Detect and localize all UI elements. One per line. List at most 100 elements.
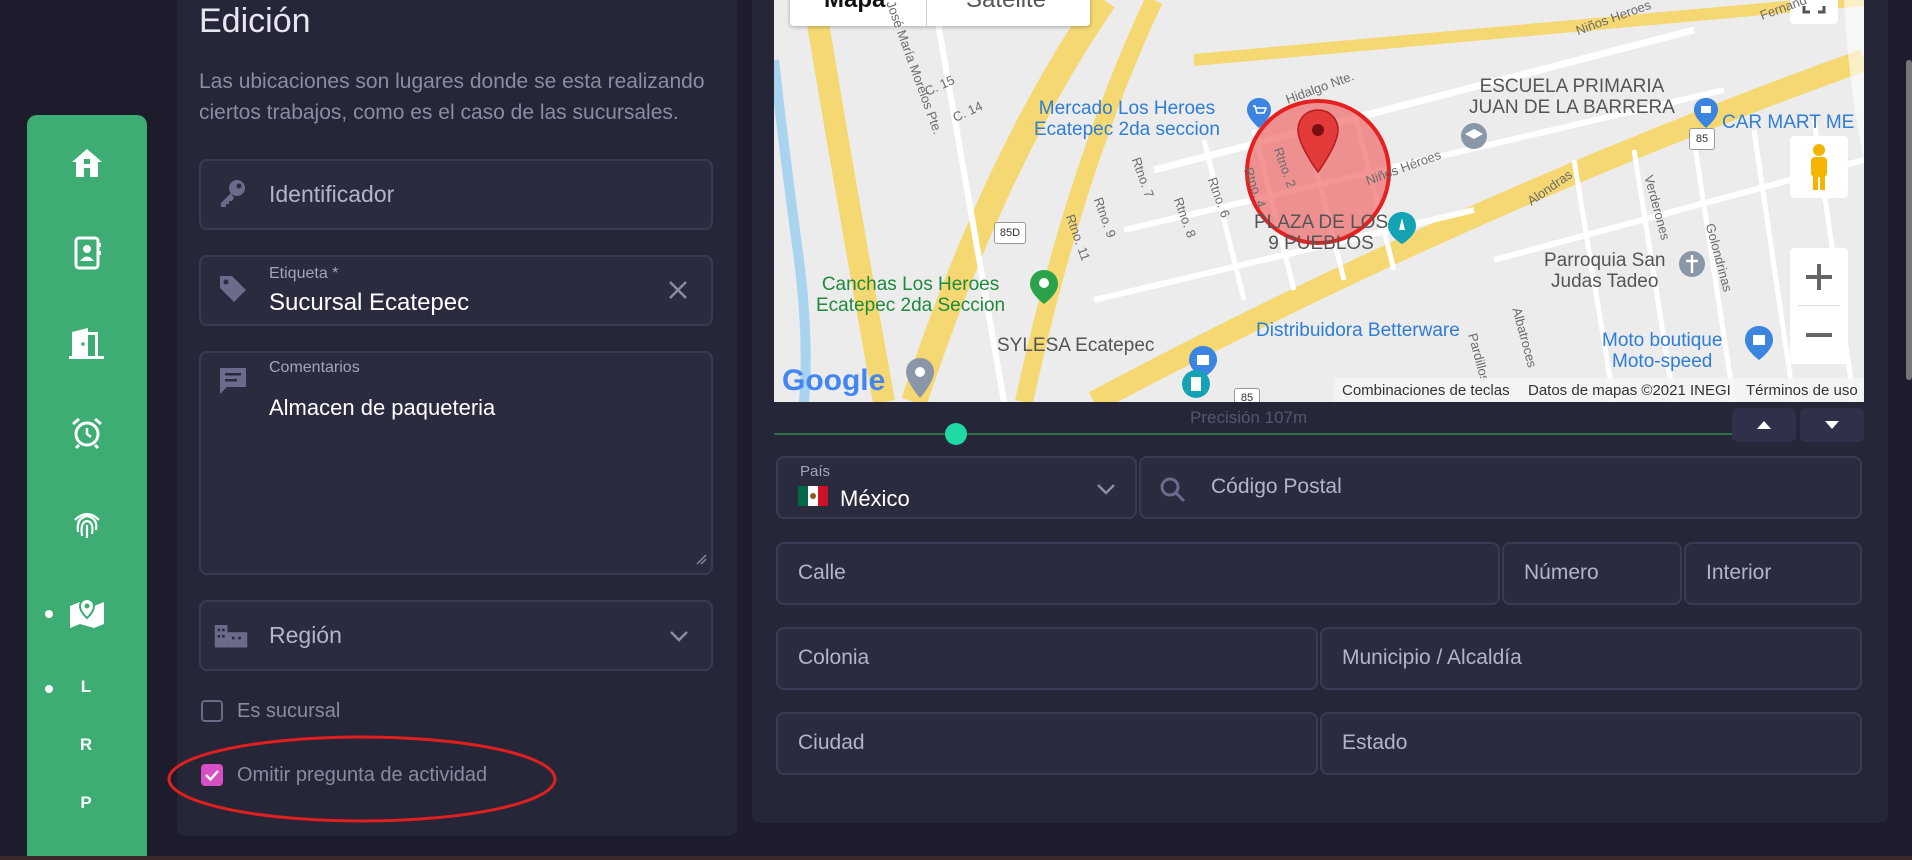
- map-label-plaza: PLAZA DE LOS 9 PUEBLOS: [1254, 212, 1389, 254]
- terms-link[interactable]: Términos de uso: [1746, 382, 1858, 399]
- precision-slider-track[interactable]: [774, 433, 1734, 435]
- park-marker-icon: [1030, 270, 1058, 304]
- is-branch-checkbox[interactable]: [201, 700, 223, 722]
- buildings-icon: [213, 616, 249, 652]
- highlight-ellipse: [167, 735, 557, 823]
- comments-label: Comentarios: [269, 359, 360, 376]
- country-label: País: [800, 463, 831, 480]
- map-label-escuela: ESCUELA PRIMARIA JUAN DE LA BARRERA: [1469, 76, 1675, 118]
- school-marker-icon: [1461, 123, 1487, 149]
- sidebar-item-p[interactable]: P: [76, 793, 96, 813]
- keyboard-shortcuts-link[interactable]: Combinaciones de teclas: [1342, 382, 1510, 399]
- map-label-mercado: Mercado Los Heroes Ecatepec 2da seccion: [1034, 98, 1220, 140]
- scrollbar-thumb[interactable]: [1906, 60, 1912, 380]
- place-marker-icon: [906, 358, 934, 398]
- edit-panel: Edición Las ubicaciones son lugares dond…: [177, 0, 737, 836]
- church-marker-icon: [1679, 251, 1705, 277]
- highway-shield-85-b: 85: [1234, 388, 1260, 402]
- street-placeholder: Calle: [798, 561, 846, 584]
- tab-divider: [926, 0, 927, 26]
- chevron-down-icon: [1097, 484, 1115, 495]
- label-field-value: Sucursal Ecatepec: [269, 289, 470, 316]
- city-field[interactable]: Ciudad: [776, 712, 1318, 775]
- comments-value: Almacen de paqueteria: [269, 395, 496, 420]
- country-value: México: [840, 486, 910, 511]
- country-select[interactable]: País México: [776, 456, 1137, 519]
- alarm-clock-icon[interactable]: [67, 413, 107, 453]
- region-placeholder: Región: [269, 622, 342, 648]
- sidebar-item-r[interactable]: R: [76, 735, 96, 755]
- active-indicator: [45, 610, 53, 618]
- street-view-button[interactable]: [1790, 136, 1848, 198]
- move-up-button[interactable]: [1732, 408, 1796, 442]
- shopping-cart-marker-icon: [1247, 98, 1271, 128]
- clear-icon[interactable]: [667, 279, 689, 305]
- monument-marker-icon: [1388, 212, 1416, 244]
- pegman-icon: [1811, 144, 1827, 190]
- interior-field[interactable]: Interior: [1684, 542, 1862, 605]
- resize-handle[interactable]: [695, 550, 707, 569]
- chevron-down-icon: [669, 628, 689, 647]
- google-logo: Google: [782, 364, 886, 397]
- mexico-flag-icon: [798, 486, 828, 506]
- caret-up-icon: [1757, 421, 1771, 429]
- municipality-field[interactable]: Municipio / Alcaldía: [1320, 627, 1862, 690]
- map-label-canchas: Canchas Los Heroes Ecatepec 2da Seccion: [816, 274, 1006, 316]
- map-label-sylesa: SYLESA Ecatepec: [997, 335, 1155, 356]
- caret-down-icon: [1825, 421, 1839, 429]
- map-view[interactable]: Mapa Satélite Mercado Los Heroes Ecatepe…: [774, 0, 1864, 402]
- comments-field[interactable]: Comentarios Almacen de paqueteria: [199, 351, 713, 575]
- tab-satellite[interactable]: Satélite: [966, 0, 1046, 14]
- search-icon: [1160, 477, 1186, 503]
- contacts-icon[interactable]: [67, 233, 107, 273]
- sidebar-item-l[interactable]: L: [76, 677, 96, 697]
- map-pin-icon[interactable]: [67, 593, 107, 633]
- comment-icon: [215, 363, 251, 399]
- number-field[interactable]: Número: [1502, 542, 1682, 605]
- zoom-control: [1790, 248, 1848, 364]
- sidebar: L R P: [27, 115, 147, 860]
- municipality-placeholder: Municipio / Alcaldía: [1342, 646, 1522, 669]
- is-branch-label: Es sucursal: [237, 700, 341, 722]
- postal-code-field[interactable]: Código Postal: [1139, 456, 1862, 519]
- region-select[interactable]: Región: [199, 600, 713, 671]
- identifier-placeholder: Identificador: [269, 181, 395, 207]
- map-label-carmart: CAR MART ME: [1722, 112, 1855, 133]
- number-placeholder: Número: [1524, 561, 1599, 584]
- fingerprint-icon[interactable]: [67, 503, 107, 543]
- map-type-control: Mapa Satélite: [790, 0, 1090, 26]
- map-label-parroquia: Parroquia San Judas Tadeo: [1544, 250, 1666, 292]
- store-marker-icon: [1694, 98, 1718, 128]
- tab-map[interactable]: Mapa: [824, 0, 885, 14]
- letter-active-indicator: [45, 685, 53, 693]
- highway-shield-85d: 85D: [994, 222, 1026, 244]
- postal-code-placeholder: Código Postal: [1211, 475, 1342, 498]
- move-down-button[interactable]: [1800, 408, 1864, 442]
- map-label-betterware: Distribuidora Betterware: [1256, 320, 1460, 341]
- key-icon: [215, 175, 251, 211]
- colony-field[interactable]: Colonia: [776, 627, 1318, 690]
- precision-label: Precisión 107m: [1190, 408, 1308, 427]
- bottom-edge: [0, 856, 1912, 860]
- interior-placeholder: Interior: [1706, 561, 1772, 584]
- page-description: Las ubicaciones son lugares donde se est…: [199, 70, 705, 124]
- state-field[interactable]: Estado: [1320, 712, 1862, 775]
- map-data-attribution: Datos de mapas ©2021 INEGI: [1528, 382, 1731, 399]
- bike-shop-marker-icon: [1745, 326, 1773, 360]
- tower-marker-icon: [1182, 370, 1210, 398]
- zoom-out-icon[interactable]: [1790, 306, 1848, 364]
- colony-placeholder: Colonia: [798, 646, 870, 669]
- identifier-field[interactable]: Identificador: [199, 159, 713, 230]
- map-label-moto: Moto boutique Moto-speed: [1602, 330, 1723, 372]
- page-title: Edición: [199, 2, 311, 40]
- home-icon[interactable]: [67, 143, 107, 183]
- tag-icon: [215, 271, 251, 307]
- door-exit-icon[interactable]: [67, 323, 107, 363]
- zoom-in-icon[interactable]: [1790, 248, 1848, 306]
- street-field[interactable]: Calle: [776, 542, 1500, 605]
- label-field-label: Etiqueta *: [269, 265, 339, 282]
- highway-shield-85: 85: [1689, 128, 1715, 150]
- city-placeholder: Ciudad: [798, 731, 865, 754]
- state-placeholder: Estado: [1342, 731, 1408, 754]
- label-field[interactable]: Etiqueta * Sucursal Ecatepec: [199, 255, 713, 326]
